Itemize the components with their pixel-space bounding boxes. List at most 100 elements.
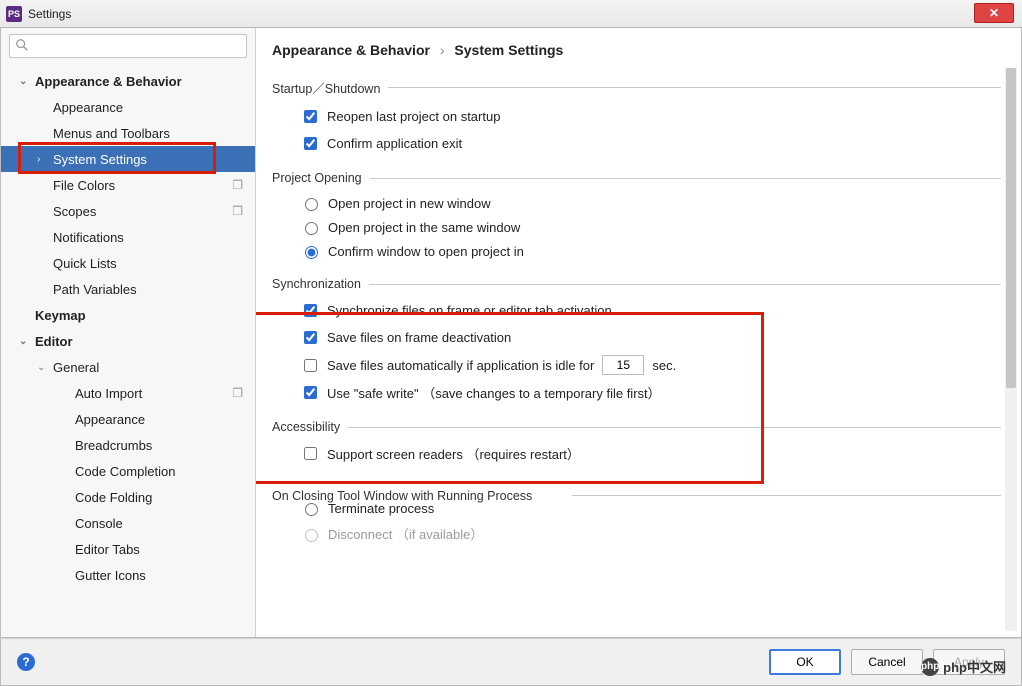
scrollbar-thumb[interactable] [1006, 68, 1016, 388]
tree-quick-lists[interactable]: Quick Lists [1, 250, 255, 276]
tree-general[interactable]: ⌄ General [1, 354, 255, 380]
opt-sync-frame[interactable]: Synchronize files on frame or editor tab… [272, 297, 1001, 324]
search-icon [15, 38, 29, 52]
opt-confirm-exit[interactable]: Confirm application exit [272, 130, 1001, 157]
radio-same-window[interactable] [305, 222, 318, 235]
main-area: ⌄ Appearance & Behavior Appearance Menus … [0, 28, 1022, 638]
chevron-down-icon: ⌄ [19, 76, 27, 87]
section-startup: Startup／Shutdown Reopen last project on … [272, 78, 1001, 157]
checkbox-sync-frame[interactable] [304, 304, 317, 317]
window-title: Settings [28, 7, 71, 21]
opt-disconnect[interactable]: Disconnect （if available） [272, 520, 1001, 547]
opt-label: Save files automatically if application … [327, 358, 594, 373]
module-icon: ❐ [232, 386, 243, 400]
watermark: php php中文网 [921, 657, 1006, 676]
checkbox-safe-write[interactable] [304, 386, 317, 399]
section-project-opening: Project Opening Open project in new wind… [272, 171, 1001, 263]
search-input[interactable] [9, 34, 247, 58]
checkbox-screen-readers[interactable] [304, 447, 317, 460]
breadcrumb-b: System Settings [454, 42, 563, 58]
opt-same-window[interactable]: Open project in the same window [272, 215, 1001, 239]
tree-label: Breadcrumbs [75, 438, 152, 453]
app-icon: PS [6, 6, 22, 22]
breadcrumb: Appearance & Behavior › System Settings [272, 38, 1001, 72]
tree-label: Editor [35, 334, 73, 349]
opt-label: Open project in new window [328, 196, 491, 211]
opt-terminate[interactable]: Terminate process [272, 496, 1001, 520]
opt-confirm-window[interactable]: Confirm window to open project in [272, 239, 1001, 263]
content-scrollbar[interactable] [1005, 68, 1017, 631]
opt-label: Open project in the same window [328, 220, 520, 235]
tree-label: System Settings [53, 152, 147, 167]
opt-label: Support screen readers （requires restart… [327, 444, 580, 463]
opt-label: Disconnect （if available） [328, 524, 483, 543]
tree-label: Gutter Icons [75, 568, 146, 583]
footer: ? OK Cancel Apply [0, 638, 1022, 686]
checkbox-reopen[interactable] [304, 110, 317, 123]
idle-seconds-input[interactable] [602, 355, 644, 375]
checkbox-confirm-exit[interactable] [304, 137, 317, 150]
opt-reopen[interactable]: Reopen last project on startup [272, 103, 1001, 130]
tree-label: Keymap [35, 308, 86, 323]
tree-label: Appearance [53, 100, 123, 115]
opt-label: sec. [652, 358, 676, 373]
section-accessibility: Accessibility Support screen readers （re… [272, 420, 1001, 467]
opt-label: Confirm window to open project in [328, 244, 524, 259]
tree-breadcrumbs[interactable]: Breadcrumbs [1, 432, 255, 458]
tree-appearance-editor[interactable]: Appearance [1, 406, 255, 432]
radio-confirm-window[interactable] [305, 246, 318, 259]
opt-new-window[interactable]: Open project in new window [272, 191, 1001, 215]
tree-file-colors[interactable]: File Colors❐ [1, 172, 255, 198]
opt-label: Confirm application exit [327, 136, 462, 151]
tree-code-completion[interactable]: Code Completion [1, 458, 255, 484]
legend-startup: Startup／Shutdown [272, 78, 388, 97]
opt-label: Use "safe write" （save changes to a temp… [327, 383, 661, 402]
tree-auto-import[interactable]: Auto Import ❐ [1, 380, 255, 406]
tree-keymap[interactable]: Keymap [1, 302, 255, 328]
tree-label: General [53, 360, 99, 375]
help-icon[interactable]: ? [17, 653, 35, 671]
module-icon: ❐ [232, 204, 243, 218]
chevron-right-icon: › [37, 154, 40, 165]
checkbox-save-idle[interactable] [304, 359, 317, 372]
radio-new-window[interactable] [305, 198, 318, 211]
radio-disconnect[interactable] [305, 529, 318, 542]
opt-save-idle[interactable]: Save files automatically if application … [272, 351, 1001, 379]
tree-scopes[interactable]: Scopes❐ [1, 198, 255, 224]
tree-notifications[interactable]: Notifications [1, 224, 255, 250]
tree-gutter-icons[interactable]: Gutter Icons [1, 562, 255, 588]
chevron-down-icon: ⌄ [19, 336, 27, 347]
ok-button[interactable]: OK [769, 649, 841, 675]
tree-label: File Colors [53, 178, 115, 193]
tree-editor-tabs[interactable]: Editor Tabs [1, 536, 255, 562]
legend-sync: Synchronization [272, 277, 369, 291]
opt-safe-write[interactable]: Use "safe write" （save changes to a temp… [272, 379, 1001, 406]
tree-path-variables[interactable]: Path Variables [1, 276, 255, 302]
checkbox-save-deact[interactable] [304, 331, 317, 344]
tree-label: Appearance [75, 412, 145, 427]
cancel-button[interactable]: Cancel [851, 649, 923, 675]
tree-label: Appearance & Behavior [35, 74, 182, 89]
opt-label: Reopen last project on startup [327, 109, 500, 124]
tree-label: Auto Import [75, 386, 142, 401]
radio-terminate[interactable] [305, 503, 318, 516]
opt-save-deact[interactable]: Save files on frame deactivation [272, 324, 1001, 351]
tree-menus-toolbars[interactable]: Menus and Toolbars [1, 120, 255, 146]
settings-tree[interactable]: ⌄ Appearance & Behavior Appearance Menus … [1, 64, 255, 637]
chevron-down-icon: ⌄ [37, 362, 45, 373]
breadcrumb-a: Appearance & Behavior [272, 42, 430, 58]
tree-label: Quick Lists [53, 256, 117, 271]
tree-code-folding[interactable]: Code Folding [1, 484, 255, 510]
sidebar: ⌄ Appearance & Behavior Appearance Menus … [1, 28, 256, 637]
tree-appearance[interactable]: Appearance [1, 94, 255, 120]
opt-screen-readers[interactable]: Support screen readers （requires restart… [272, 440, 1001, 467]
opt-label: Save files on frame deactivation [327, 330, 511, 345]
tree-editor[interactable]: ⌄ Editor [1, 328, 255, 354]
watermark-logo-icon: php [921, 658, 939, 676]
breadcrumb-sep: › [434, 42, 451, 58]
tree-label: Notifications [53, 230, 124, 245]
tree-console[interactable]: Console [1, 510, 255, 536]
tree-system-settings[interactable]: › System Settings [1, 146, 255, 172]
tree-appearance-behavior[interactable]: ⌄ Appearance & Behavior [1, 68, 255, 94]
close-button[interactable]: ✕ [974, 3, 1014, 23]
